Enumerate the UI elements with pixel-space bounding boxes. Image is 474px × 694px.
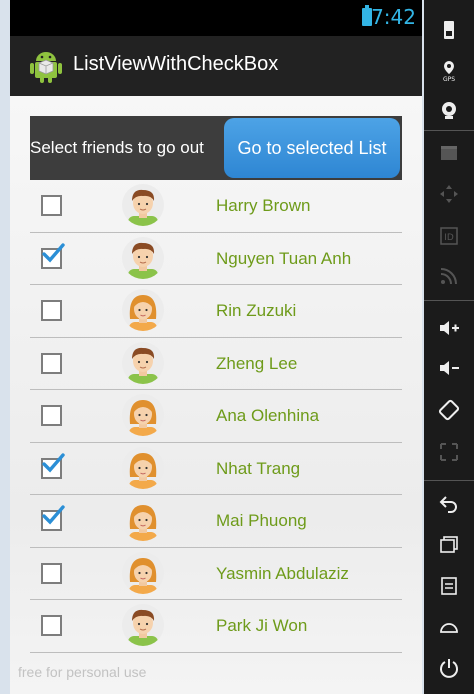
volume-down-icon[interactable] bbox=[424, 348, 474, 388]
app-title: ListViewWithCheckBox bbox=[73, 53, 279, 75]
volume-up-icon[interactable] bbox=[424, 308, 474, 348]
watermark: free for personal use bbox=[18, 664, 147, 680]
friend-row[interactable]: Harry Brown bbox=[30, 180, 402, 233]
svg-text:ID: ID bbox=[444, 233, 454, 243]
header-prompt: Select friends to go out bbox=[30, 138, 204, 157]
friend-checkbox[interactable] bbox=[41, 195, 62, 216]
home-icon[interactable] bbox=[424, 608, 474, 648]
action-bar: ListViewWithCheckBox bbox=[10, 36, 422, 96]
friend-row[interactable]: Nhat Trang bbox=[30, 443, 402, 495]
friend-name: Nguyen Tuan Anh bbox=[216, 248, 352, 268]
status-bar: 7:42 bbox=[10, 0, 422, 36]
gps-icon[interactable]: GPS bbox=[424, 50, 474, 90]
rss-icon[interactable] bbox=[424, 256, 474, 296]
friend-checkbox[interactable] bbox=[41, 615, 62, 636]
panel-divider bbox=[424, 480, 474, 481]
video-icon[interactable] bbox=[424, 133, 474, 173]
friend-name: Nhat Trang bbox=[216, 458, 301, 478]
svg-text:GPS: GPS bbox=[443, 76, 455, 82]
friend-row[interactable]: Park Ji Won bbox=[30, 600, 402, 653]
friend-name: Harry Brown bbox=[216, 196, 311, 215]
menu-icon[interactable] bbox=[424, 566, 474, 606]
friend-checkbox[interactable] bbox=[41, 452, 65, 479]
female-avatar-icon bbox=[122, 394, 164, 436]
android-app-icon bbox=[30, 52, 62, 83]
friend-name: Yasmin Abdulaziz bbox=[216, 563, 349, 583]
device-screen: 7:42 ListViewWithCheckBox Select friends… bbox=[10, 0, 422, 694]
female-avatar-icon bbox=[122, 499, 164, 541]
fullscreen-icon[interactable] bbox=[424, 432, 474, 472]
friend-row[interactable]: Rin Zuzuki bbox=[30, 285, 402, 338]
friend-checkbox[interactable] bbox=[41, 505, 65, 531]
checkmark-icon bbox=[42, 242, 65, 262]
friend-row[interactable]: Yasmin Abdulaziz bbox=[30, 548, 402, 600]
female-avatar-icon bbox=[122, 289, 164, 331]
go-to-selected-list-button[interactable]: Go to selected List bbox=[224, 118, 400, 178]
male-avatar-icon bbox=[122, 236, 164, 279]
power-icon[interactable] bbox=[424, 648, 474, 688]
friend-name: Ana Olenhina bbox=[216, 406, 320, 425]
friend-checkbox[interactable] bbox=[41, 352, 62, 374]
friend-row[interactable]: Nguyen Tuan Anh bbox=[30, 233, 402, 285]
female-avatar-icon bbox=[122, 551, 164, 594]
rotate-icon[interactable] bbox=[424, 390, 474, 430]
panel-divider bbox=[424, 130, 474, 131]
male-avatar-icon bbox=[122, 184, 164, 226]
friend-checkbox[interactable] bbox=[41, 562, 62, 584]
emulator-window: 7:42 ListViewWithCheckBox Select friends… bbox=[0, 0, 474, 694]
friend-name: Rin Zuzuki bbox=[216, 301, 297, 320]
female-avatar-icon bbox=[122, 446, 164, 489]
friend-name: Zheng Lee bbox=[216, 353, 298, 373]
friend-checkbox[interactable] bbox=[41, 300, 62, 321]
friend-row[interactable]: Mai Phuong bbox=[30, 495, 402, 548]
sim-icon[interactable] bbox=[424, 10, 474, 50]
back-icon[interactable] bbox=[424, 483, 474, 523]
recent-apps-icon[interactable] bbox=[424, 524, 474, 564]
friend-row[interactable]: Ana Olenhina bbox=[30, 390, 402, 443]
friend-checkbox[interactable] bbox=[41, 242, 65, 269]
checkmark-icon bbox=[42, 505, 65, 525]
panel-divider bbox=[424, 300, 474, 301]
checkmark-icon bbox=[42, 452, 65, 472]
id-icon[interactable]: ID bbox=[424, 216, 474, 256]
header-bar: Select friends to go out Go to selected … bbox=[30, 116, 402, 180]
friend-name: Mai Phuong bbox=[216, 511, 307, 530]
male-avatar-icon bbox=[122, 604, 164, 646]
male-avatar-icon bbox=[122, 341, 164, 384]
friend-checkbox[interactable] bbox=[41, 405, 62, 426]
friend-list: Harry Brown Nguyen Tuan Anh Rin Zuzuki Zhen… bbox=[30, 180, 402, 653]
friend-name: Park Ji Won bbox=[216, 616, 308, 635]
dpad-icon[interactable] bbox=[424, 174, 474, 214]
camera-icon[interactable] bbox=[424, 90, 474, 130]
emulator-control-panel: GPS ID bbox=[424, 0, 474, 694]
friend-row[interactable]: Zheng Lee bbox=[30, 338, 402, 390]
content-area: Select friends to go out Go to selected … bbox=[10, 96, 422, 694]
status-time: 7:42 bbox=[371, 5, 416, 29]
